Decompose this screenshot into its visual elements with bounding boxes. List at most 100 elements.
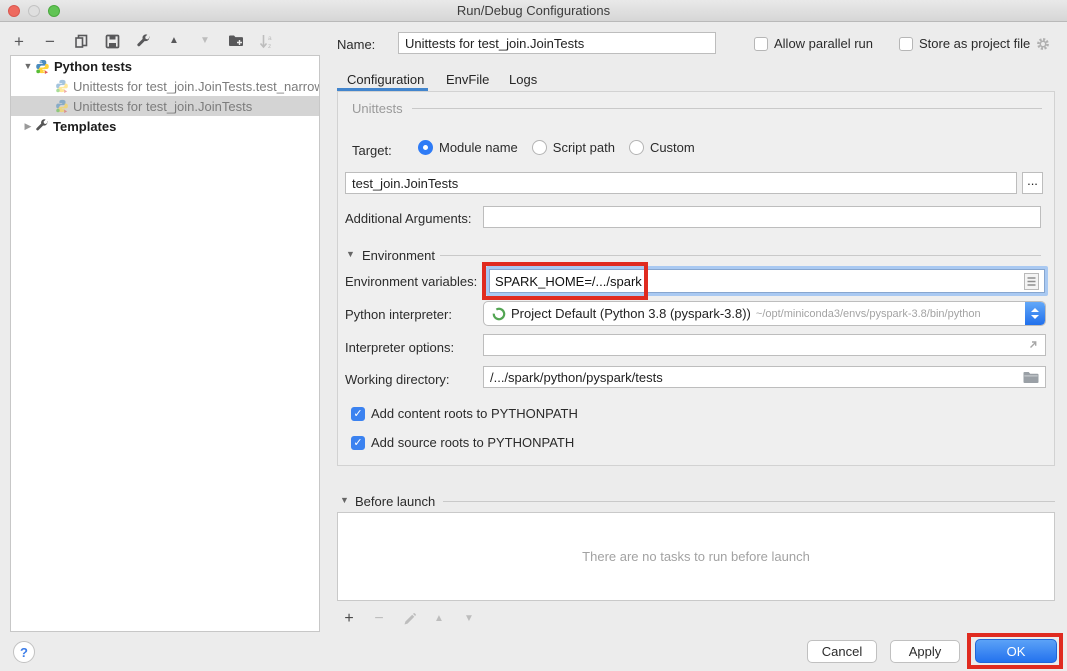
ok-button[interactable]: OK (975, 639, 1057, 663)
tree-item-templates[interactable]: ▶ Templates (11, 116, 319, 136)
before-launch-collapse-arrow-icon[interactable]: ▼ (340, 495, 349, 505)
sort-alphabetically-icon: az (259, 34, 275, 49)
tree-item-unittests-narrow[interactable]: Unittests for test_join.JoinTests.test_n… (11, 76, 319, 96)
add-task-button[interactable]: + (340, 610, 358, 628)
unittests-group-title: Unittests (352, 101, 403, 116)
store-as-project-file-checkbox[interactable] (899, 37, 913, 51)
window-title: Run/Debug Configurations (457, 3, 610, 18)
interpreter-select-stepper[interactable] (1025, 302, 1045, 325)
browse-target-button[interactable]: ... (1022, 172, 1043, 194)
working-directory-value: /.../spark/python/pyspark/tests (490, 370, 663, 385)
new-folder-button[interactable] (227, 32, 245, 50)
interpreter-path: ~/opt/miniconda3/envs/pyspark-3.8/bin/py… (756, 308, 981, 320)
window-controls (0, 0, 60, 22)
sort-alphabetically-button[interactable]: az (258, 32, 276, 50)
minimize-window-button[interactable] (28, 5, 40, 17)
move-down-icon: ▼ (200, 36, 210, 46)
environment-variables-label: Environment variables: (345, 274, 477, 289)
environment-section-title: Environment (362, 248, 435, 263)
svg-text:z: z (268, 43, 271, 49)
before-launch-toolbar: + − ▲ ▼ (340, 610, 478, 628)
window-titlebar: Run/Debug Configurations (0, 0, 1067, 22)
add-configuration-button[interactable]: + (10, 32, 28, 50)
templates-wrench-icon (35, 119, 49, 133)
zoom-window-button[interactable] (48, 5, 60, 17)
working-directory-input[interactable]: /.../spark/python/pyspark/tests (483, 366, 1046, 388)
radio-module-name-label: Module name (439, 140, 518, 155)
radio-module-name[interactable]: Module name (418, 140, 518, 155)
check-icon: ✓ (353, 407, 362, 420)
allow-parallel-run-checkbox[interactable] (754, 37, 768, 51)
target-input-value: test_join.JoinTests (352, 176, 458, 191)
gear-icon[interactable] (1036, 37, 1050, 51)
store-as-project-file-label: Store as project file (919, 36, 1030, 51)
expand-field-button[interactable] (1027, 339, 1039, 351)
tree-item-python-tests[interactable]: ▼ Python tests (11, 56, 319, 76)
move-task-down-button[interactable]: ▼ (460, 610, 478, 628)
move-up-icon: ▲ (434, 614, 444, 624)
group-separator (412, 108, 1042, 109)
name-input[interactable]: Unittests for test_join.JoinTests (398, 32, 716, 54)
configurations-toolbar: + − ▲ ▼ az (10, 30, 276, 52)
remove-icon: − (374, 611, 383, 627)
edit-environment-variables-button[interactable] (1024, 273, 1039, 290)
save-configuration-button[interactable] (103, 32, 121, 50)
radio-script-path[interactable]: Script path (532, 140, 615, 155)
python-tests-icon (35, 59, 50, 74)
move-task-up-button[interactable]: ▲ (430, 610, 448, 628)
additional-arguments-label: Additional Arguments: (345, 211, 471, 226)
collapsed-arrow-icon[interactable]: ▶ (21, 121, 35, 132)
additional-arguments-input[interactable] (483, 206, 1041, 228)
tab-logs[interactable]: Logs (509, 72, 537, 87)
move-down-button[interactable]: ▼ (196, 32, 214, 50)
browse-working-directory-button[interactable] (1023, 371, 1039, 384)
save-icon (105, 34, 120, 49)
environment-variables-input-wrapper: SPARK_HOME=/.../spark (486, 266, 1048, 296)
tree-item-label: Python tests (54, 59, 132, 74)
pencil-icon (403, 613, 416, 626)
expanded-arrow-icon[interactable]: ▼ (21, 61, 35, 71)
check-icon: ✓ (353, 436, 362, 449)
edit-templates-button[interactable] (134, 32, 152, 50)
name-input-value: Unittests for test_join.JoinTests (405, 36, 584, 51)
add-source-roots-label: Add source roots to PYTHONPATH (371, 435, 574, 450)
environment-variables-input[interactable]: SPARK_HOME=/.../spark (489, 269, 1045, 293)
add-icon: + (14, 33, 24, 50)
help-button[interactable]: ? (13, 641, 35, 663)
cancel-button-label: Cancel (822, 644, 862, 659)
radio-custom[interactable]: Custom (629, 140, 695, 155)
add-source-roots-row: ✓ Add source roots to PYTHONPATH (351, 435, 574, 450)
radio-unselected-icon (629, 140, 644, 155)
chevron-up-icon (1031, 308, 1039, 312)
edit-task-button[interactable] (400, 610, 418, 628)
before-launch-task-list: There are no tasks to run before launch (337, 512, 1055, 601)
apply-button[interactable]: Apply (890, 640, 960, 663)
remove-configuration-button[interactable]: − (41, 32, 59, 50)
interpreter-name: Project Default (Python 3.8 (pyspark-3.8… (511, 306, 751, 321)
tab-configuration[interactable]: Configuration (347, 72, 424, 87)
expand-icon (1027, 339, 1039, 351)
move-up-button[interactable]: ▲ (165, 32, 183, 50)
remove-task-button[interactable]: − (370, 610, 388, 628)
before-launch-separator (443, 501, 1055, 502)
radio-unselected-icon (532, 140, 547, 155)
environment-collapse-arrow-icon[interactable]: ▼ (346, 249, 355, 259)
add-content-roots-row: ✓ Add content roots to PYTHONPATH (351, 406, 578, 421)
copy-configuration-button[interactable] (72, 32, 90, 50)
python-interpreter-select[interactable]: Project Default (Python 3.8 (pyspark-3.8… (483, 301, 1046, 326)
target-label: Target: (352, 143, 392, 158)
before-launch-title: Before launch (355, 494, 435, 509)
add-content-roots-label: Add content roots to PYTHONPATH (371, 406, 578, 421)
configurations-tree: ▼ Python tests Unittests for test_join.J… (10, 55, 320, 632)
tree-item-label: Unittests for test_join.JoinTests (73, 99, 252, 114)
tab-envfile[interactable]: EnvFile (446, 72, 489, 87)
add-content-roots-checkbox[interactable]: ✓ (351, 407, 365, 421)
close-window-button[interactable] (8, 5, 20, 17)
remove-icon: − (45, 33, 55, 50)
tree-item-unittests-jointests[interactable]: Unittests for test_join.JoinTests (11, 96, 319, 116)
cancel-button[interactable]: Cancel (807, 640, 877, 663)
add-source-roots-checkbox[interactable]: ✓ (351, 436, 365, 450)
interpreter-options-input[interactable] (483, 334, 1046, 356)
target-input[interactable]: test_join.JoinTests (345, 172, 1017, 194)
folder-icon (1023, 371, 1039, 384)
